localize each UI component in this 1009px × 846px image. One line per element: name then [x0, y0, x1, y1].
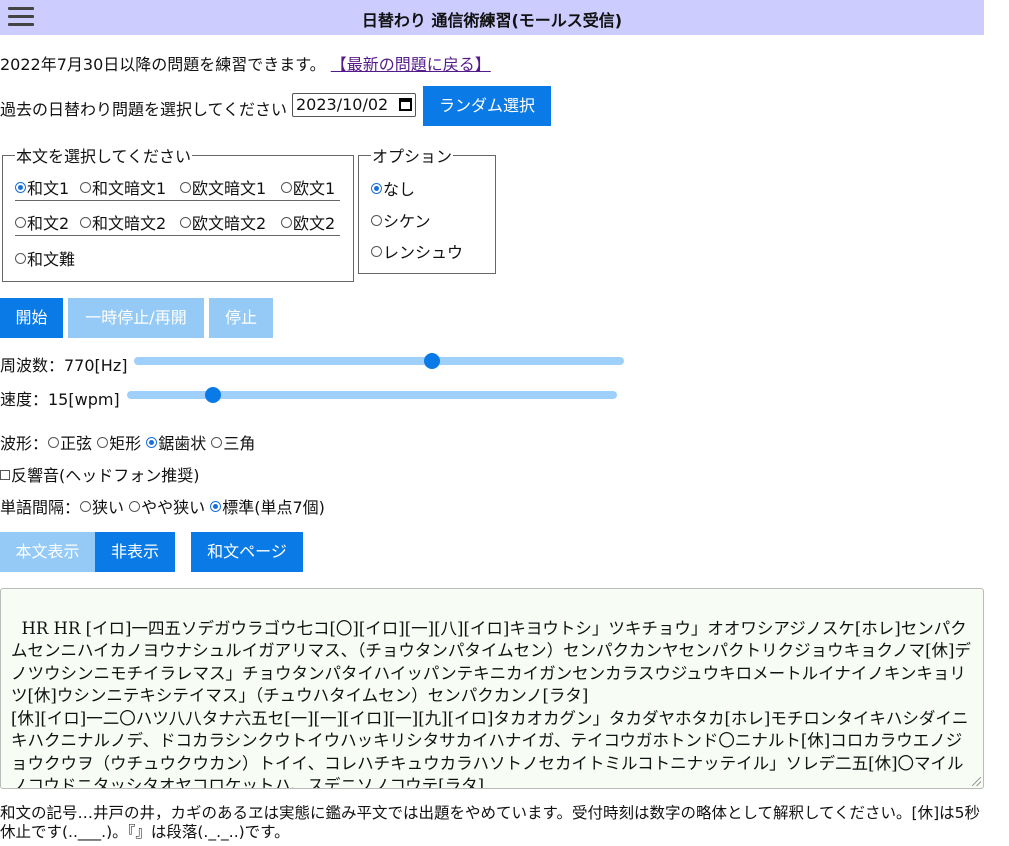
pause-resume-button[interactable]: 一時停止/再開	[68, 298, 204, 338]
wabun-page-button[interactable]: 和文ページ	[191, 532, 303, 572]
word-spacing-row: 単語間隔： 狭い やや狭い 標準(単点7個)	[0, 494, 325, 518]
reverb-label: 反響音(ヘッドフォン推奨)	[11, 466, 200, 485]
frequency-slider-thumb[interactable]	[424, 353, 440, 369]
date-value: 2023/10/02	[296, 95, 389, 114]
radio-icon	[48, 437, 60, 448]
radio-icon	[371, 246, 382, 257]
checkbox-icon	[0, 470, 10, 480]
radio-wabun-anbun2[interactable]: 和文暗文2	[80, 210, 166, 234]
waveform-row: 波形： 正弦 矩形 鋸歯状 三角	[0, 430, 255, 454]
divider	[15, 235, 340, 236]
radio-icon	[371, 183, 382, 194]
speed-label: 速度：15[wpm]	[0, 390, 120, 409]
frequency-label: 周波数：770[Hz]	[0, 356, 128, 375]
waveform-square[interactable]: 矩形	[97, 434, 141, 453]
header-bar: 日替わり 通信術練習(モールス受信)	[0, 0, 984, 35]
waveform-label: 波形：	[0, 434, 49, 453]
radio-icon	[97, 437, 109, 448]
resize-grip-icon[interactable]	[972, 777, 981, 786]
radio-icon	[371, 215, 382, 226]
footnote: 和文の記号…井戸の井，カギのあるヱは実態に鑑み平文では出題をやめています。受付時…	[0, 804, 981, 841]
main-text-content: HR HR [イロ]一四五ソデガウラゴウ七コ[〇][イロ][一][八][イロ]キ…	[11, 618, 971, 789]
show-text-button[interactable]: 本文表示	[0, 532, 95, 572]
calendar-icon[interactable]	[399, 98, 412, 111]
radio-wabun-nan[interactable]: 和文難	[15, 246, 75, 270]
waveform-triangle[interactable]: 三角	[211, 434, 255, 453]
radio-icon	[15, 253, 26, 264]
spacing-narrow[interactable]: 狭い	[80, 498, 124, 517]
radio-icon	[146, 437, 158, 448]
radio-icon	[80, 182, 91, 193]
waveform-sine[interactable]: 正弦	[48, 434, 92, 453]
radio-icon	[210, 501, 222, 512]
random-select-button[interactable]: ランダム選択	[423, 86, 551, 126]
radio-wabun1[interactable]: 和文1	[15, 175, 69, 199]
radio-obun-anbun1[interactable]: 欧文暗文1	[180, 175, 266, 199]
speed-slider-thumb[interactable]	[205, 387, 221, 403]
intro-text: 2022年7月30日以降の問題を練習できます。	[0, 55, 326, 74]
waveform-sawtooth[interactable]: 鋸歯状	[146, 434, 206, 453]
radio-icon	[180, 217, 191, 228]
radio-obun2[interactable]: 欧文2	[281, 210, 335, 234]
radio-icon	[180, 182, 191, 193]
option-shiken[interactable]: シケン	[371, 208, 431, 232]
reverb-checkbox[interactable]: 反響音(ヘッドフォン推奨)	[0, 462, 200, 486]
radio-wabun2[interactable]: 和文2	[15, 210, 69, 234]
radio-wabun-anbun1[interactable]: 和文暗文1	[80, 175, 166, 199]
radio-obun1[interactable]: 欧文1	[281, 175, 335, 199]
radio-icon	[15, 217, 26, 228]
hide-text-button[interactable]: 非表示	[95, 532, 175, 572]
latest-problem-link[interactable]: 【最新の問題に戻る】	[331, 55, 491, 74]
radio-icon	[15, 182, 26, 193]
radio-obun-anbun2[interactable]: 欧文暗文2	[180, 210, 266, 234]
radio-icon	[129, 501, 141, 512]
divider	[15, 200, 340, 201]
word-spacing-label: 単語間隔：	[0, 498, 81, 517]
radio-icon	[281, 217, 292, 228]
stop-button[interactable]: 停止	[209, 298, 273, 338]
radio-icon	[80, 217, 91, 228]
speed-slider[interactable]	[127, 387, 617, 403]
date-input[interactable]: 2023/10/02	[292, 93, 416, 117]
date-select-label: 過去の日替わり問題を選択してください	[0, 100, 288, 119]
option-nashi[interactable]: なし	[371, 176, 415, 200]
radio-icon	[211, 437, 223, 448]
spacing-standard[interactable]: 標準(単点7個)	[210, 498, 325, 517]
intro-line: 2022年7月30日以降の問題を練習できます。 【最新の問題に戻る】	[0, 51, 491, 75]
main-text-area[interactable]: HR HR [イロ]一四五ソデガウラゴウ七コ[〇][イロ][一][八][イロ]キ…	[0, 588, 984, 789]
spacing-slightly-narrow[interactable]: やや狭い	[129, 498, 205, 517]
option-renshuu[interactable]: レンシュウ	[371, 239, 463, 263]
frequency-slider[interactable]	[134, 353, 624, 369]
radio-icon	[281, 182, 292, 193]
text-select-legend: 本文を選択してください	[16, 147, 192, 166]
page-title: 日替わり 通信術練習(モールス受信)	[361, 11, 623, 30]
options-legend: オプション	[372, 147, 453, 166]
start-button[interactable]: 開始	[0, 298, 63, 338]
radio-icon	[80, 501, 92, 512]
